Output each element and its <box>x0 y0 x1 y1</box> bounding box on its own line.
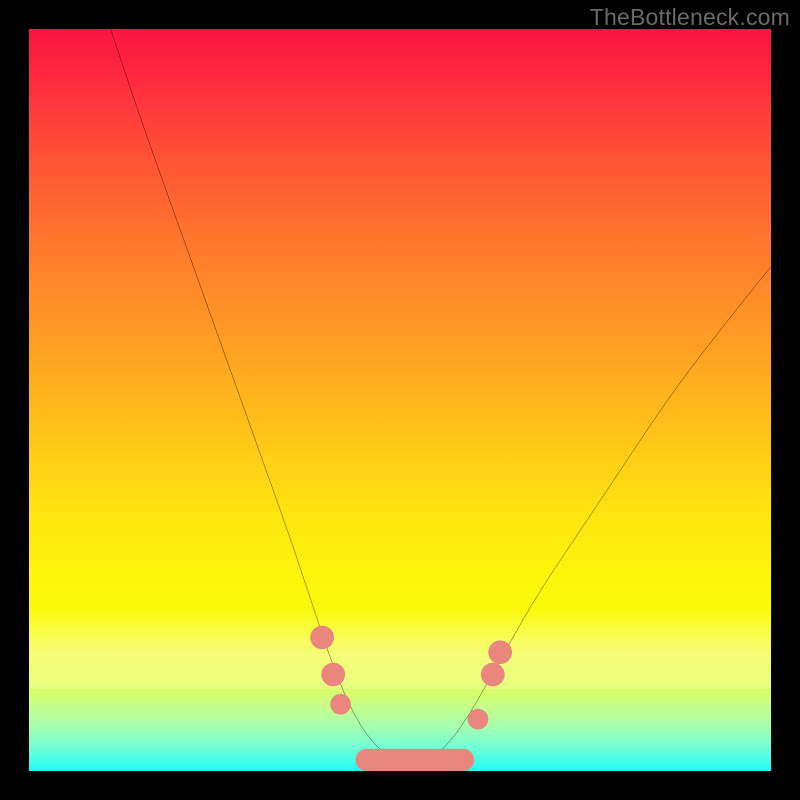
marker-dot <box>310 626 334 650</box>
bottleneck-curve <box>111 29 771 764</box>
marker-capsule <box>355 749 474 771</box>
curve-svg <box>29 29 771 771</box>
marker-dot <box>481 663 505 687</box>
marker-dot <box>468 709 489 730</box>
chart-frame: TheBottleneck.com <box>0 0 800 800</box>
marker-dot <box>330 694 351 715</box>
marker-dot <box>488 640 512 664</box>
watermark-text: TheBottleneck.com <box>590 4 790 31</box>
marker-dot <box>321 663 345 687</box>
plot-area <box>29 29 771 771</box>
